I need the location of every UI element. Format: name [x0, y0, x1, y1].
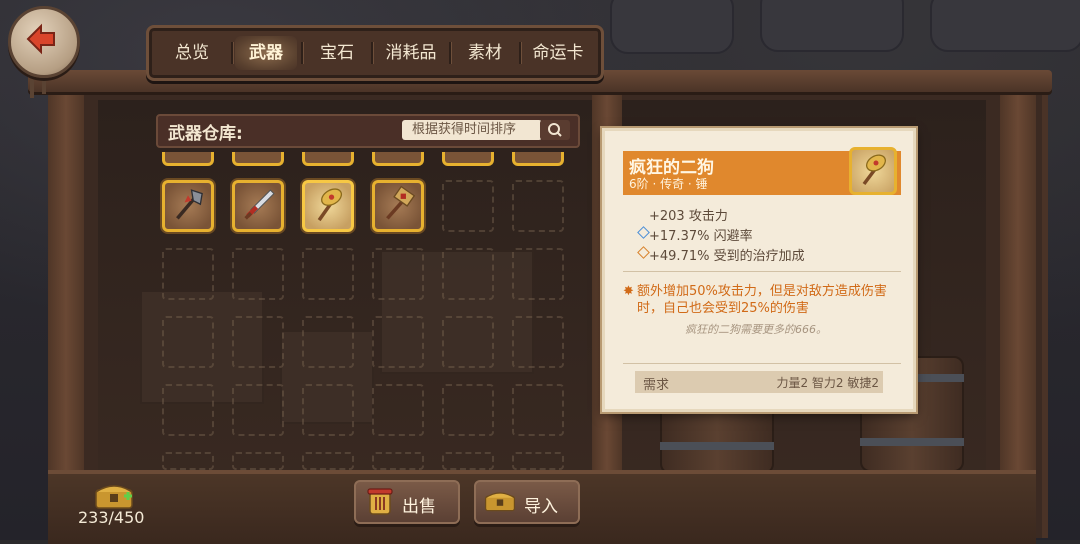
inventory-slot-empty[interactable]: [162, 316, 214, 368]
inventory-slot-empty[interactable]: [442, 452, 494, 470]
inventory-slot-empty[interactable]: [372, 316, 424, 368]
hammer-icon: [317, 188, 343, 222]
inventory-slot-empty[interactable]: [302, 316, 354, 368]
inventory-slot-item[interactable]: [372, 180, 424, 232]
inventory-slot-empty[interactable]: [512, 180, 564, 232]
treasure-chest-icon: [95, 485, 133, 509]
tab-divider: [301, 42, 304, 64]
inventory-slot-empty[interactable]: [162, 248, 214, 300]
tab-overview[interactable]: 总览: [157, 36, 227, 70]
inventory-slot-item[interactable]: [162, 180, 214, 232]
tab-divider: [371, 42, 374, 64]
inventory-slot-empty[interactable]: [512, 316, 564, 368]
card-divider: [623, 363, 901, 364]
sell-button-label: 出售: [402, 497, 436, 517]
inventory-slot-item-selected[interactable]: [302, 180, 354, 232]
inventory-slot-item[interactable]: [232, 180, 284, 232]
inventory-slot-empty[interactable]: [372, 248, 424, 300]
item-subtitle: 6阶 · 传奇 · 锤: [629, 177, 708, 191]
inventory-slot-empty[interactable]: [372, 452, 424, 470]
trash-can-icon: [367, 488, 393, 515]
inventory-slot-empty[interactable]: [162, 452, 214, 470]
import-button[interactable]: 导入: [474, 480, 580, 524]
star-icon: ✸: [623, 284, 634, 299]
tab-weapons[interactable]: 武器: [235, 36, 297, 70]
inventory-slot-empty[interactable]: [302, 452, 354, 470]
inventory-slot-partial[interactable]: [372, 152, 424, 166]
search-icon: [548, 123, 562, 137]
tab-label: 总览: [175, 43, 209, 63]
stat-attack: +203 攻击力: [649, 209, 728, 224]
inventory-slot-partial[interactable]: [232, 152, 284, 166]
mace-icon: [386, 185, 416, 220]
inventory-slot-empty[interactable]: [512, 248, 564, 300]
wall-stone: [760, 0, 904, 52]
category-tab-bar: 总览 武器 宝石 消耗品 素材 命运卡: [146, 25, 604, 81]
back-button[interactable]: [8, 6, 80, 78]
tab-label: 命运卡: [532, 43, 584, 63]
warehouse-header: 武器仓库: 根据获得时间排序: [156, 114, 580, 148]
inventory-slot-empty[interactable]: [512, 452, 564, 470]
item-detail-card: 疯狂的二狗 6阶 · 传奇 · 锤 +203 攻击力 +17.37% 闪避率 +…: [602, 128, 916, 412]
inventory-slot-empty[interactable]: [442, 180, 494, 232]
wall-stone: [610, 0, 734, 54]
sort-dropdown[interactable]: 根据获得时间排序: [402, 120, 542, 140]
tab-label: 消耗品: [385, 43, 437, 63]
item-special-effect: 额外增加50%攻击力，但是对敌方造成伤害时，自己也会受到25%的伤害: [637, 284, 887, 316]
wall-stone: [930, 0, 1080, 52]
item-flavor-text: 疯狂的二狗需要更多的666。: [685, 323, 827, 336]
inventory-capacity: 233/450: [78, 508, 145, 527]
treasure-chest-icon: [485, 492, 515, 512]
inventory-slot-empty[interactable]: [442, 384, 494, 436]
item-icon-frame: [849, 147, 897, 195]
inventory-slot-empty[interactable]: [232, 316, 284, 368]
import-button-label: 导入: [524, 497, 558, 517]
stat-healing: +49.71% 受到的治疗加成: [649, 249, 805, 264]
sword-icon: [244, 189, 275, 220]
tab-divider: [519, 42, 522, 64]
card-divider: [623, 271, 901, 272]
inventory-slot-empty[interactable]: [302, 384, 354, 436]
inventory-slot-empty[interactable]: [232, 384, 284, 436]
inventory-slot-empty[interactable]: [302, 248, 354, 300]
tab-label: 武器: [249, 43, 283, 63]
requirement-values: 力量2 智力2 敏捷2: [776, 376, 879, 390]
hammer-icon: [862, 154, 886, 186]
axe-icon: [176, 189, 203, 220]
arrow-left-icon: [26, 23, 55, 55]
orange-diamond-icon: [637, 246, 650, 259]
tab-label: 宝石: [320, 43, 354, 63]
inventory-slot-partial[interactable]: [302, 152, 354, 166]
inventory-slot-empty[interactable]: [512, 384, 564, 436]
requirement-bar: 需求 力量2 智力2 敏捷2: [635, 371, 883, 393]
tab-consumables[interactable]: 消耗品: [375, 36, 447, 70]
warehouse-title: 武器仓库:: [168, 124, 243, 144]
blue-diamond-icon: [637, 226, 650, 239]
inventory-slot-empty[interactable]: [162, 384, 214, 436]
sell-button[interactable]: 出售: [354, 480, 460, 524]
tab-fate-cards[interactable]: 命运卡: [523, 36, 593, 70]
inventory-slot-empty[interactable]: [442, 248, 494, 300]
search-button[interactable]: [540, 120, 570, 140]
inventory-slot-partial[interactable]: [442, 152, 494, 166]
inventory-slot-empty[interactable]: [372, 384, 424, 436]
stat-dodge: +17.37% 闪避率: [649, 229, 753, 244]
tab-divider: [449, 42, 452, 64]
inventory-slot-partial[interactable]: [162, 152, 214, 166]
tab-gems[interactable]: 宝石: [305, 36, 369, 70]
inventory-slot-empty[interactable]: [442, 316, 494, 368]
inventory-slot-empty[interactable]: [232, 452, 284, 470]
tab-materials[interactable]: 素材: [453, 36, 517, 70]
inventory-slot-partial[interactable]: [512, 152, 564, 166]
tab-divider: [231, 42, 234, 64]
tab-label: 素材: [468, 43, 502, 63]
inventory-slot-empty[interactable]: [232, 248, 284, 300]
requirement-label: 需求: [643, 378, 670, 393]
